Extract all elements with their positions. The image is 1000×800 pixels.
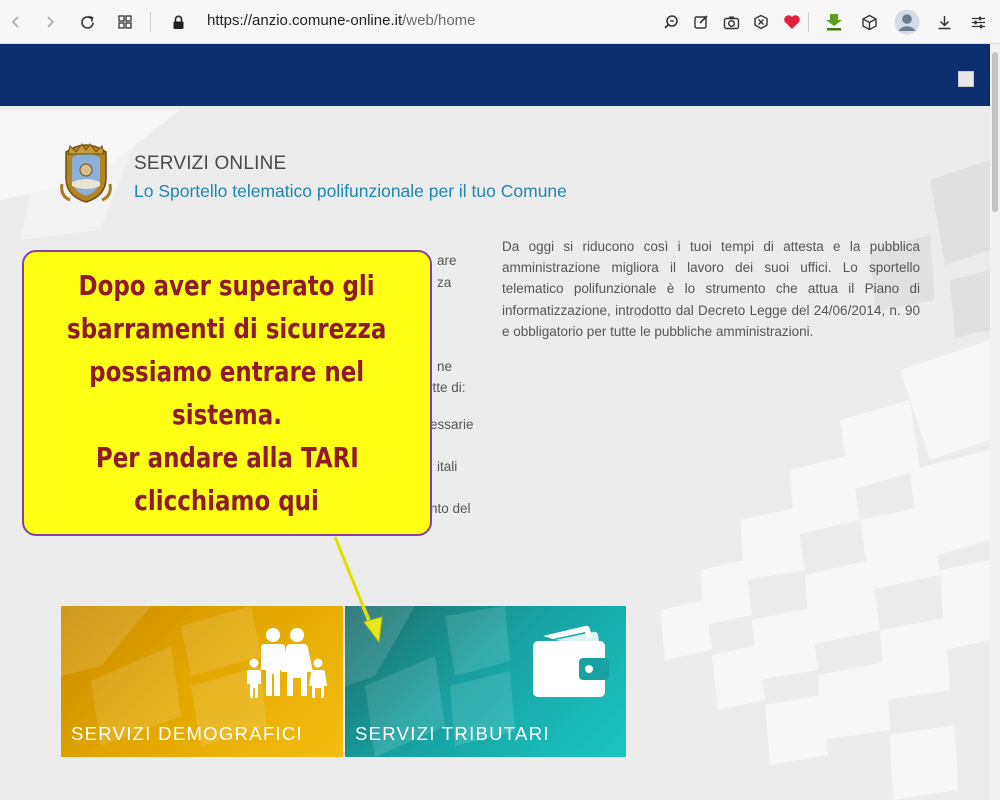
brand-title: SERVIZI ONLINE: [134, 153, 287, 174]
profile-icon[interactable]: [893, 8, 921, 36]
comune-crest-logo: [60, 143, 112, 203]
instruction-callout: Dopo aver superato gli sbarramenti di si…: [22, 250, 432, 536]
callout-line: possiamo entrare nel: [89, 355, 365, 388]
lock-icon[interactable]: [166, 10, 190, 34]
callout-line: Per andare alla TARI: [95, 441, 359, 474]
intro-left-fragment: nto del: [430, 501, 471, 516]
zoom-icon[interactable]: [659, 10, 683, 34]
back-icon[interactable]: [4, 10, 28, 34]
site-header: [0, 44, 990, 106]
browser-toolbar: https://anzio.comune-online.it/web/home: [0, 0, 1000, 44]
heart-icon[interactable]: [780, 10, 804, 34]
forward-icon[interactable]: [38, 10, 62, 34]
reload-icon[interactable]: [75, 10, 99, 34]
tile-label-tributari: SERVIZI TRIBUTARI: [355, 723, 550, 744]
wallet-icon: [533, 625, 609, 697]
intro-right-text: Da oggi si riducono così i tuoi tempi di…: [502, 239, 920, 339]
family-icon: [247, 628, 327, 698]
intro-left-fragment: itali: [437, 459, 458, 474]
download-arrow-icon[interactable]: [822, 10, 846, 34]
scrollbar-thumb[interactable]: [992, 52, 998, 212]
callout-line: sistema.: [172, 398, 282, 431]
toolbar-separator: [150, 12, 151, 32]
intro-left-fragment: za: [437, 275, 452, 290]
brand-subtitle: Lo Sportello telematico polifunzionale p…: [134, 181, 567, 201]
intro-left-fragment: essarie: [430, 417, 474, 432]
servizi-demografici-tile[interactable]: SERVIZI DEMOGRAFICI: [61, 606, 343, 757]
downloads-icon[interactable]: [932, 10, 956, 34]
apps-grid-icon[interactable]: [113, 10, 137, 34]
url-host: https://anzio.comune-online.it: [207, 12, 403, 29]
shield-icon[interactable]: [749, 10, 773, 34]
servizi-tributari-tile[interactable]: SERVIZI TRIBUTARI: [345, 606, 626, 757]
edit-icon[interactable]: [689, 10, 713, 34]
toolbar-separator: [808, 12, 809, 32]
callout-line: sbarramenti di sicurezza: [67, 312, 387, 345]
tile-label-demografici: SERVIZI DEMOGRAFICI: [71, 723, 303, 744]
scrollbar[interactable]: [990, 44, 1000, 800]
intro-left-fragment: are: [437, 253, 457, 268]
url-path: /web/home: [402, 12, 476, 29]
cube-icon[interactable]: [857, 10, 881, 34]
callout-line: clicchiamo qui: [134, 484, 320, 517]
address-bar[interactable]: https://anzio.comune-online.it/web/home: [207, 12, 476, 29]
camera-icon[interactable]: [719, 10, 743, 34]
callout-line: Dopo aver superato gli: [78, 269, 376, 302]
menu-toggle-button[interactable]: [958, 71, 974, 87]
intro-left-fragment: ne: [437, 359, 453, 374]
settings-icon[interactable]: [966, 10, 990, 34]
